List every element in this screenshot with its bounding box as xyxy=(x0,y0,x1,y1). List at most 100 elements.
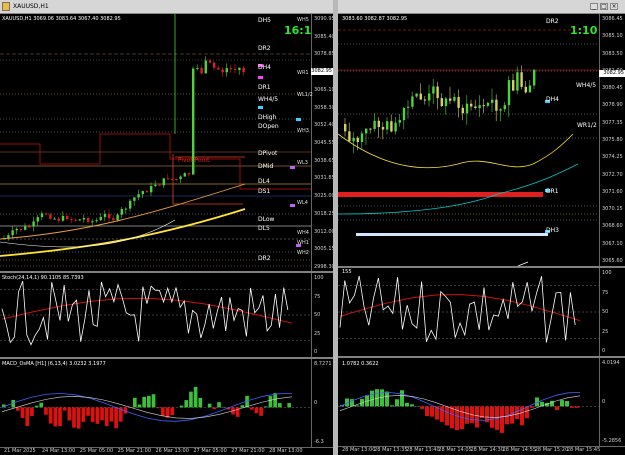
left-price-scale[interactable]: 3090.953085.403078.853072.003065.103058.… xyxy=(311,14,333,272)
time-axis-label: 28 Mar 13:00 xyxy=(342,447,376,453)
right-time-axis[interactable]: 28 Mar 13:00 28 Mar 13:35 28 Mar 13:40 28 M… xyxy=(338,446,625,455)
left-macd-pane[interactable] xyxy=(0,359,312,447)
candle-body xyxy=(461,107,464,114)
candle-body xyxy=(200,68,203,74)
candle-body xyxy=(229,68,233,70)
macd-histogram-bar xyxy=(212,407,217,410)
left-macd-scale: 8.7271 0 -6.3 xyxy=(311,359,333,447)
price-scale-label: 3070.15 xyxy=(602,206,623,213)
candle-body xyxy=(453,96,456,101)
candle-body xyxy=(470,103,473,107)
left-window-titlebar[interactable]: XAUUSD,H1 xyxy=(0,0,333,14)
price-scale-label: 0 xyxy=(602,399,606,405)
week-level-label: WH5 xyxy=(297,17,309,23)
macd-histogram-bar xyxy=(405,402,409,407)
left-window-title: XAUUSD,H1 xyxy=(13,3,49,10)
candle-body xyxy=(524,86,527,93)
week-level-label: WH1 xyxy=(297,240,309,246)
macd-histogram-bar xyxy=(132,397,137,408)
right-stochastic-pane[interactable] xyxy=(338,268,600,356)
price-scale-label: 100 xyxy=(314,275,324,281)
macd-histogram-bar xyxy=(58,407,62,427)
close-icon[interactable]: × xyxy=(610,3,618,10)
candle-body xyxy=(40,213,44,218)
macd-histogram-bar xyxy=(565,400,569,407)
macd-histogram-bar xyxy=(161,407,165,417)
candle-body xyxy=(507,80,511,106)
stoch-main-line xyxy=(1,281,289,346)
candle-body xyxy=(36,217,39,222)
candle-body xyxy=(179,176,182,180)
left-stochastic-pane[interactable] xyxy=(0,273,312,357)
level-marker xyxy=(258,106,263,109)
macd-histogram-bar xyxy=(273,393,277,408)
maximize-icon[interactable]: □ xyxy=(600,3,608,10)
level-label: DLow xyxy=(258,216,275,223)
candle-body xyxy=(352,137,355,142)
time-axis-label: 27 Mar 21:00 xyxy=(231,448,265,454)
candle-body xyxy=(495,99,498,111)
right-window-titlebar[interactable]: _ □ × xyxy=(338,0,625,14)
candle-body xyxy=(208,60,212,63)
candle-body xyxy=(520,72,523,87)
level-label: DHigh xyxy=(258,114,277,121)
candle-body xyxy=(150,186,153,193)
price-scale-label: 3077.35 xyxy=(602,119,623,126)
resistance-zone-bar xyxy=(338,192,543,197)
left-time-axis[interactable]: 21 Mar 2025 24 Mar 13:00 25 Mar 05:00 25 Ma… xyxy=(0,447,333,455)
price-scale-label: 3067.10 xyxy=(602,240,623,247)
price-scale-label: 3086.45 xyxy=(602,16,623,22)
macd-histogram-bar xyxy=(440,406,444,422)
candle-body xyxy=(474,106,477,108)
candle-body xyxy=(528,85,532,93)
price-scale-label: -6.3 xyxy=(314,439,324,445)
left-price-chart[interactable] xyxy=(0,14,312,272)
right-chart-window[interactable]: 3083.60 3082.87 3082.95 1:10 3086.45 3085… xyxy=(338,0,625,455)
macd-histogram-bar xyxy=(555,406,559,411)
candle-body xyxy=(78,219,81,221)
week-level-label: WH4 xyxy=(297,230,309,236)
candle-body xyxy=(360,133,364,143)
time-axis-label: 27 Mar 05:00 xyxy=(193,448,227,454)
candle-body xyxy=(15,228,18,231)
candle-body xyxy=(112,218,115,221)
candle-body xyxy=(533,69,536,86)
candle-body xyxy=(242,67,245,73)
price-scale-label: 3072.70 xyxy=(602,171,623,178)
time-axis-label: 28 Mar 15:20 xyxy=(534,447,569,453)
right-price-chart[interactable] xyxy=(338,14,600,266)
price-scale-label: 3083.50 xyxy=(602,50,623,57)
candle-body xyxy=(381,126,385,130)
level-label: DH4 xyxy=(546,96,559,103)
left-stoch-scale: 100 75 50 25 0 xyxy=(311,273,333,357)
level-label: DR2 xyxy=(546,18,559,25)
time-axis-label: 28 Mar 14:05 xyxy=(438,447,472,453)
candle-body xyxy=(66,215,69,220)
right-macd-pane[interactable] xyxy=(338,358,600,446)
price-scale-label: 3065.10 xyxy=(314,86,333,93)
time-axis-label: 26 Mar 13:00 xyxy=(155,448,189,454)
macd-histogram-bar xyxy=(259,407,263,416)
chart-window-icon xyxy=(2,2,10,11)
macd-histogram-bar xyxy=(189,391,193,408)
minimize-icon[interactable]: _ xyxy=(590,3,598,10)
macd-histogram-bar xyxy=(95,407,100,424)
level-marker xyxy=(290,166,295,169)
price-scale-label: 3005.15 xyxy=(314,246,333,253)
macd-histogram-bar xyxy=(425,406,429,417)
level-label: DH5 xyxy=(258,17,271,24)
macd-histogram-bar xyxy=(240,405,245,408)
price-scale-label: 50 xyxy=(602,309,609,315)
candle-body xyxy=(137,194,140,198)
macd-histogram-bar xyxy=(390,405,394,407)
price-scale-label: 25 xyxy=(602,328,609,335)
pivot-point-label: Pivot Point xyxy=(178,157,210,164)
time-axis-label: 21 Mar 2025 xyxy=(4,448,36,454)
price-scale-label: 3025.00 xyxy=(314,193,333,200)
macd-histogram-bar xyxy=(525,406,529,419)
right-price-scale[interactable]: 3086.453085.103083.503082.003080.453078.… xyxy=(599,14,625,266)
price-scale-label: 3031.85 xyxy=(314,175,333,182)
left-chart-window[interactable]: XAUUSD,H1 3069.06 3083.64 3067.40 3082.9… xyxy=(0,0,333,455)
price-scale-label: 8.7271 xyxy=(314,361,332,367)
candle-body xyxy=(217,67,220,70)
